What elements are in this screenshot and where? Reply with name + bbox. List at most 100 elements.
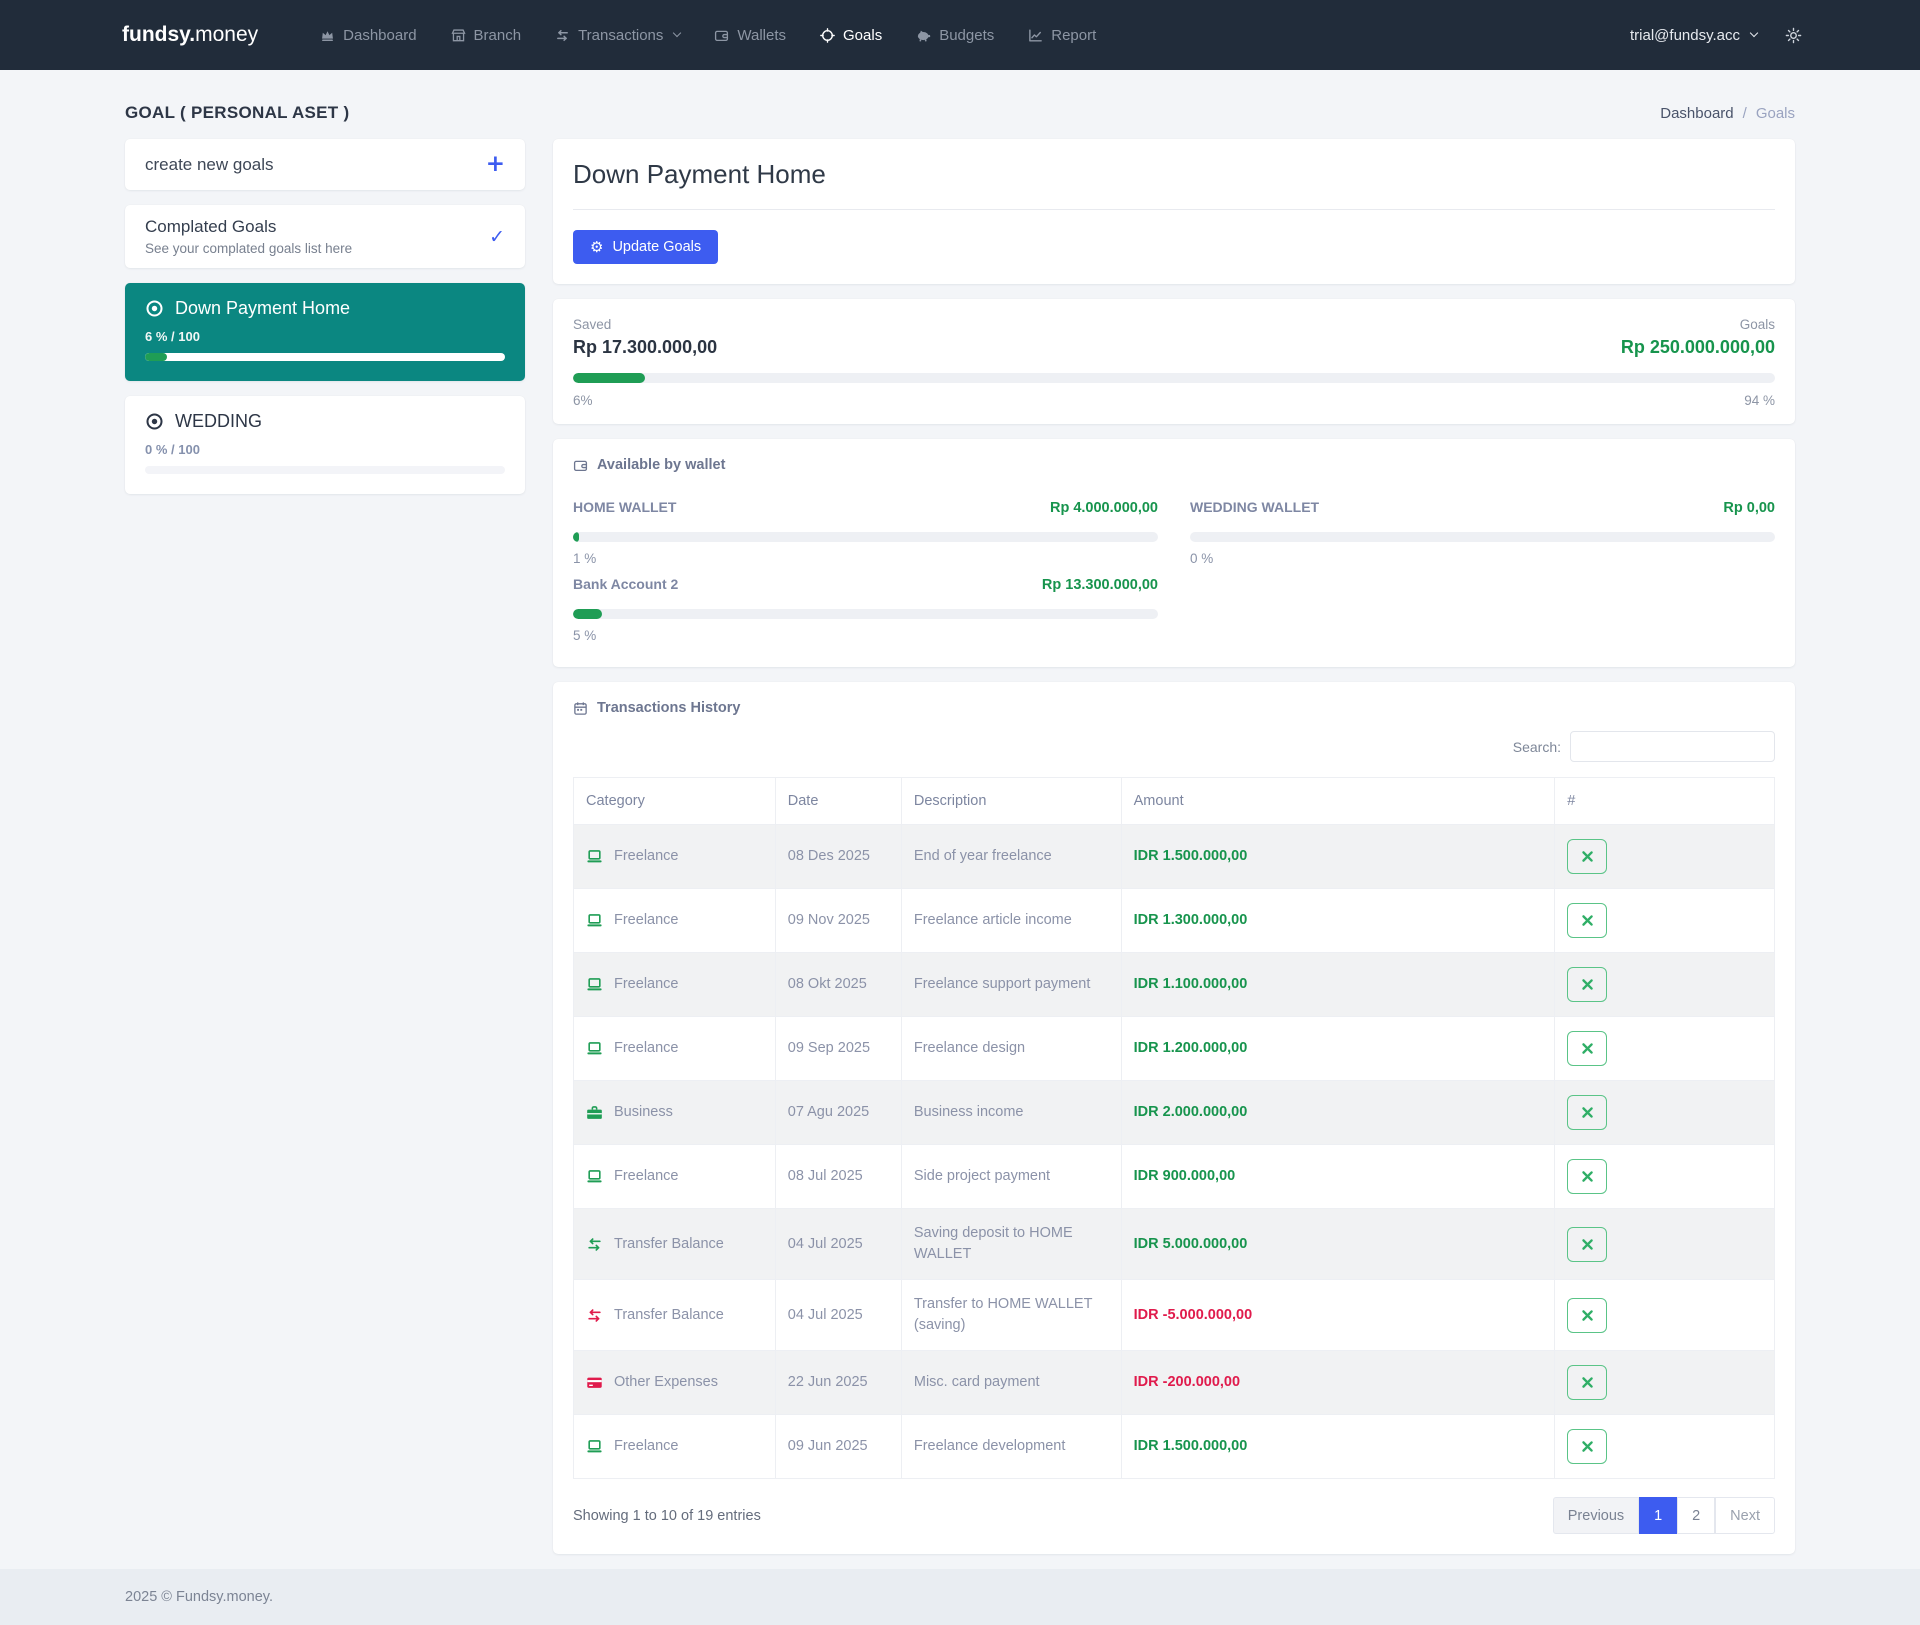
copyright-text: 2025 © Fundsy.money. xyxy=(125,1589,273,1606)
transaction-amount: IDR 1.300.000,00 xyxy=(1133,911,1248,928)
column-header-amount[interactable]: Amount xyxy=(1120,777,1556,825)
transaction-action-button[interactable] xyxy=(1567,1226,1608,1262)
credit-card-icon xyxy=(586,1374,603,1391)
nav-item-goals[interactable]: Goals xyxy=(820,27,882,44)
tools-icon xyxy=(1580,977,1595,992)
tools-icon xyxy=(1580,1375,1595,1390)
table-header-row: Category Date Description Amount # xyxy=(573,777,1775,825)
wallet-value: Rp 4.000.000,00 xyxy=(1049,500,1158,516)
wallet-item-bank-account-2: Bank Account 2 Rp 13.300.000,00 5 % xyxy=(573,576,1158,643)
transaction-description: Freelance development xyxy=(900,1414,1122,1480)
completed-goals-card[interactable]: Complated Goals See your complated goals… xyxy=(125,205,525,268)
transaction-action-button[interactable] xyxy=(1567,1297,1608,1333)
search-input[interactable] xyxy=(1570,731,1775,762)
tools-icon xyxy=(1580,1237,1595,1252)
goal-card-wedding[interactable]: WEDDING 0 % / 100 xyxy=(125,396,525,494)
saved-value: Rp 17.300.000,00 xyxy=(573,337,718,357)
transaction-description: Business income xyxy=(900,1080,1122,1145)
account-email: trial@fundsy.acc xyxy=(1630,26,1740,44)
transaction-action-button[interactable] xyxy=(1567,1365,1608,1401)
category-label: Freelance xyxy=(614,847,679,864)
goals-icon xyxy=(820,28,835,43)
nav-item-budgets[interactable]: Budgets xyxy=(916,27,994,44)
breadcrumb-dashboard-link[interactable]: Dashboard xyxy=(1660,105,1733,122)
tools-icon xyxy=(1580,1308,1595,1323)
nav-item-transactions[interactable]: Transactions xyxy=(555,26,682,44)
goal-detail-main: Down Payment Home ⚙ Update Goals Saved R… xyxy=(553,139,1795,1569)
column-header-description[interactable]: Description xyxy=(900,777,1122,825)
update-goals-button[interactable]: ⚙ Update Goals xyxy=(573,230,719,264)
nav-item-branch[interactable]: Branch xyxy=(451,27,521,44)
category-label: Freelance xyxy=(614,1167,679,1184)
table-row: Other Expenses 22 Jun 2025 Misc. card pa… xyxy=(573,1350,1775,1416)
transaction-action-button[interactable] xyxy=(1567,839,1608,874)
transaction-amount: IDR 1.200.000,00 xyxy=(1133,1039,1248,1056)
page-head: GOAL ( PERSONAL ASET ) Dashboard / Goals xyxy=(0,103,1920,123)
laptop-icon xyxy=(586,1438,603,1455)
wallet-percent: 0 % xyxy=(1190,551,1214,566)
sun-icon xyxy=(1785,27,1802,44)
transactions-icon xyxy=(555,28,570,43)
calendar-icon xyxy=(573,701,588,716)
remaining-percent: 94 % xyxy=(1744,393,1775,408)
nav-item-report[interactable]: Report xyxy=(1028,27,1096,44)
transaction-amount: IDR -5.000.000,00 xyxy=(1133,1306,1253,1323)
goal-card-down-payment-home[interactable]: Down Payment Home 6 % / 100 xyxy=(125,283,525,381)
search-label: Search: xyxy=(1512,738,1561,755)
table-row: Business 07 Agu 2025 Business income IDR… xyxy=(573,1080,1775,1145)
transaction-action-button[interactable] xyxy=(1567,903,1608,938)
table-row: Freelance 08 Jul 2025 Side project payme… xyxy=(573,1144,1775,1209)
nav-item-label: Transactions xyxy=(578,26,664,44)
goal-name: WEDDING xyxy=(175,411,262,431)
create-new-goals-card[interactable]: create new goals + xyxy=(125,139,525,190)
saved-label: Saved xyxy=(573,317,612,332)
tools-icon xyxy=(1580,1169,1595,1184)
wallet-progress-track xyxy=(573,609,1158,619)
wallet-progress-fill xyxy=(573,609,603,619)
pagination-page-2-button[interactable]: 2 xyxy=(1677,1497,1716,1535)
nav-item-label: Dashboard xyxy=(343,26,417,44)
table-row: Freelance 09 Nov 2025 Freelance article … xyxy=(573,888,1775,953)
transaction-description: Transfer to HOME WALLET (saving) xyxy=(900,1279,1122,1352)
check-icon: ✓ xyxy=(489,225,505,248)
transaction-action-button[interactable] xyxy=(1567,1095,1608,1130)
summary-progress-track xyxy=(573,373,1775,383)
content: create new goals + Complated Goals See y… xyxy=(0,139,1920,1569)
nav-item-label: Budgets xyxy=(939,26,995,44)
column-header-date[interactable]: Date xyxy=(774,777,902,825)
branch-icon xyxy=(451,28,466,43)
nav-item-label: Wallets xyxy=(737,26,787,44)
transaction-action-button[interactable] xyxy=(1567,967,1608,1002)
transaction-description: End of year freelance xyxy=(900,824,1122,889)
transaction-description: Misc. card payment xyxy=(900,1350,1122,1416)
pagination-next-button[interactable]: Next xyxy=(1715,1497,1775,1535)
pagination-previous-button[interactable]: Previous xyxy=(1552,1497,1640,1535)
brand-logo[interactable]: fundsy.money xyxy=(122,23,258,47)
goals-sidebar: create new goals + Complated Goals See y… xyxy=(125,139,525,509)
summary-values-row: Saved Rp 17.300.000,00 Goals Rp 250.000.… xyxy=(573,317,1775,358)
column-header-actions[interactable]: # xyxy=(1554,777,1775,825)
transaction-action-button[interactable] xyxy=(1567,1159,1608,1194)
goals-label: Goals xyxy=(1739,317,1775,332)
table-footer: Showing 1 to 10 of 19 entries Previous 1… xyxy=(573,1497,1775,1535)
column-header-category[interactable]: Category xyxy=(573,777,776,825)
goal-progress-fill xyxy=(145,353,167,361)
wallet-value: Rp 13.300.000,00 xyxy=(1041,577,1158,593)
nav-item-label: Report xyxy=(1051,26,1097,44)
pagination-page-1-button[interactable]: 1 xyxy=(1639,1497,1678,1535)
nav-item-wallets[interactable]: Wallets xyxy=(714,27,786,44)
theme-toggle-button[interactable] xyxy=(1785,27,1802,44)
table-row: Transfer Balance 04 Jul 2025 Transfer to… xyxy=(573,1279,1775,1352)
briefcase-icon xyxy=(586,1104,603,1121)
account-dropdown[interactable]: trial@fundsy.acc xyxy=(1630,26,1759,44)
transaction-action-button[interactable] xyxy=(1567,1429,1608,1465)
transaction-description: Saving deposit to HOME WALLET xyxy=(900,1207,1122,1281)
transaction-action-button[interactable] xyxy=(1567,1031,1608,1066)
budgets-icon xyxy=(916,28,931,43)
nav-menu: Dashboard Branch Transactions Wallets Go… xyxy=(320,27,1096,44)
nav-item-label: Goals xyxy=(843,26,883,44)
wallet-column-right: WEDDING WALLET Rp 0,00 0 % xyxy=(1190,499,1775,643)
tools-icon xyxy=(1580,1105,1595,1120)
wallet-progress-fill xyxy=(573,532,579,542)
nav-item-dashboard[interactable]: Dashboard xyxy=(320,26,417,44)
